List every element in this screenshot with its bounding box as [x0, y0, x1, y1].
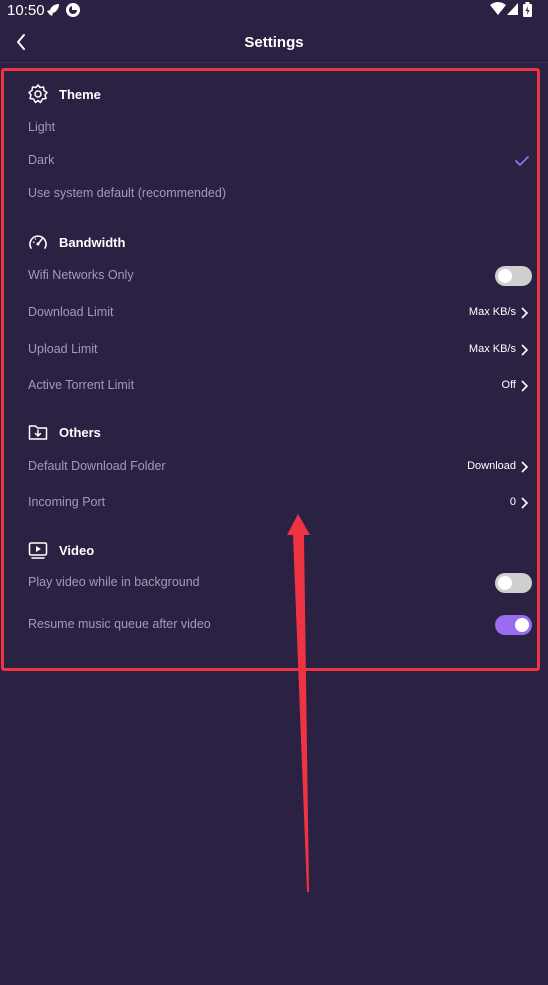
annotation-arrow: [287, 514, 310, 892]
